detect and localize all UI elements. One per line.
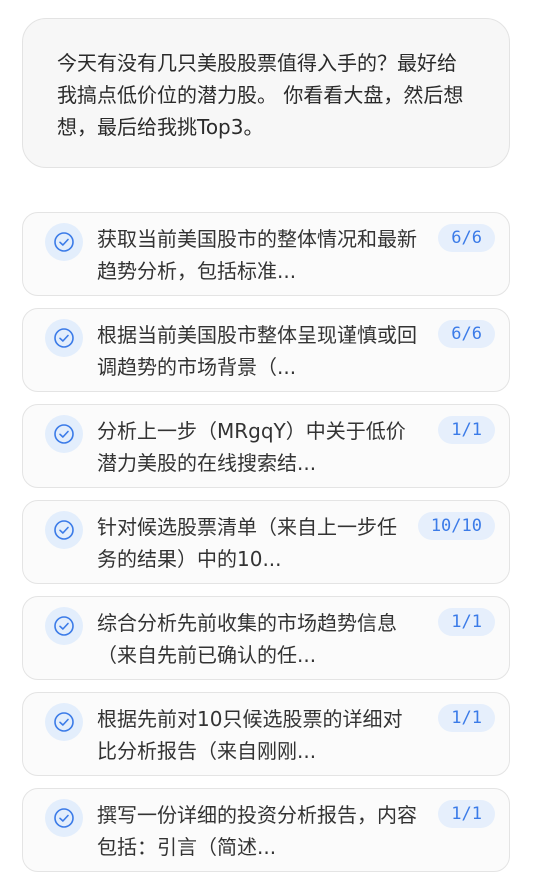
task-progress-badge: 1/1: [438, 608, 495, 636]
task-description: 分析上一步（MRgqY）中关于低价潜力美股的在线搜索结...: [97, 419, 406, 475]
task-description: 撰写一份详细的投资分析报告，内容包括：引言（简述...: [97, 803, 417, 859]
task-progress-badge: 10/10: [417, 512, 495, 540]
task-description: 根据当前美国股市整体呈现谨慎或回调趋势的市场背景（...: [97, 323, 417, 379]
task-description: 综合分析先前收集的市场趋势信息（来自先前已确认的任...: [97, 611, 397, 667]
check-circle-icon: [45, 415, 83, 453]
check-circle-icon: [45, 799, 83, 837]
user-query-text: 今天有没有几只美股股票值得入手的？最好给我搞点低价位的潜力股。 你看看大盘，然后…: [57, 51, 464, 139]
task-progress-badge: 1/1: [438, 800, 495, 828]
task-item[interactable]: 根据当前美国股市整体呈现谨慎或回调趋势的市场背景（... 6/6: [22, 308, 510, 392]
task-item[interactable]: 根据先前对10只候选股票的详细对比分析报告（来自刚刚... 1/1: [22, 692, 510, 776]
task-item[interactable]: 针对候选股票清单（来自上一步任务的结果）中的10... 10/10: [22, 500, 510, 584]
task-progress-badge: 1/1: [438, 704, 495, 732]
task-list: 获取当前美国股市的整体情况和最新趋势分析，包括标准... 6/6 根据当前美国股…: [22, 212, 510, 884]
task-item[interactable]: 获取当前美国股市的整体情况和最新趋势分析，包括标准... 6/6: [22, 212, 510, 296]
task-item[interactable]: 撰写一份详细的投资分析报告，内容包括：引言（简述... 1/1: [22, 788, 510, 872]
task-item[interactable]: 综合分析先前收集的市场趋势信息（来自先前已确认的任... 1/1: [22, 596, 510, 680]
check-circle-icon: [45, 319, 83, 357]
task-description: 根据先前对10只候选股票的详细对比分析报告（来自刚刚...: [97, 707, 403, 763]
task-progress-badge: 6/6: [438, 224, 495, 252]
check-circle-icon: [45, 703, 83, 741]
task-description: 获取当前美国股市的整体情况和最新趋势分析，包括标准...: [97, 227, 417, 283]
check-circle-icon: [45, 511, 83, 549]
task-progress-badge: 6/6: [438, 320, 495, 348]
user-query-bubble: 今天有没有几只美股股票值得入手的？最好给我搞点低价位的潜力股。 你看看大盘，然后…: [22, 18, 510, 168]
task-progress-badge: 1/1: [438, 416, 495, 444]
check-circle-icon: [45, 223, 83, 261]
task-item[interactable]: 分析上一步（MRgqY）中关于低价潜力美股的在线搜索结... 1/1: [22, 404, 510, 488]
check-circle-icon: [45, 607, 83, 645]
task-description: 针对候选股票清单（来自上一步任务的结果）中的10...: [97, 515, 397, 571]
